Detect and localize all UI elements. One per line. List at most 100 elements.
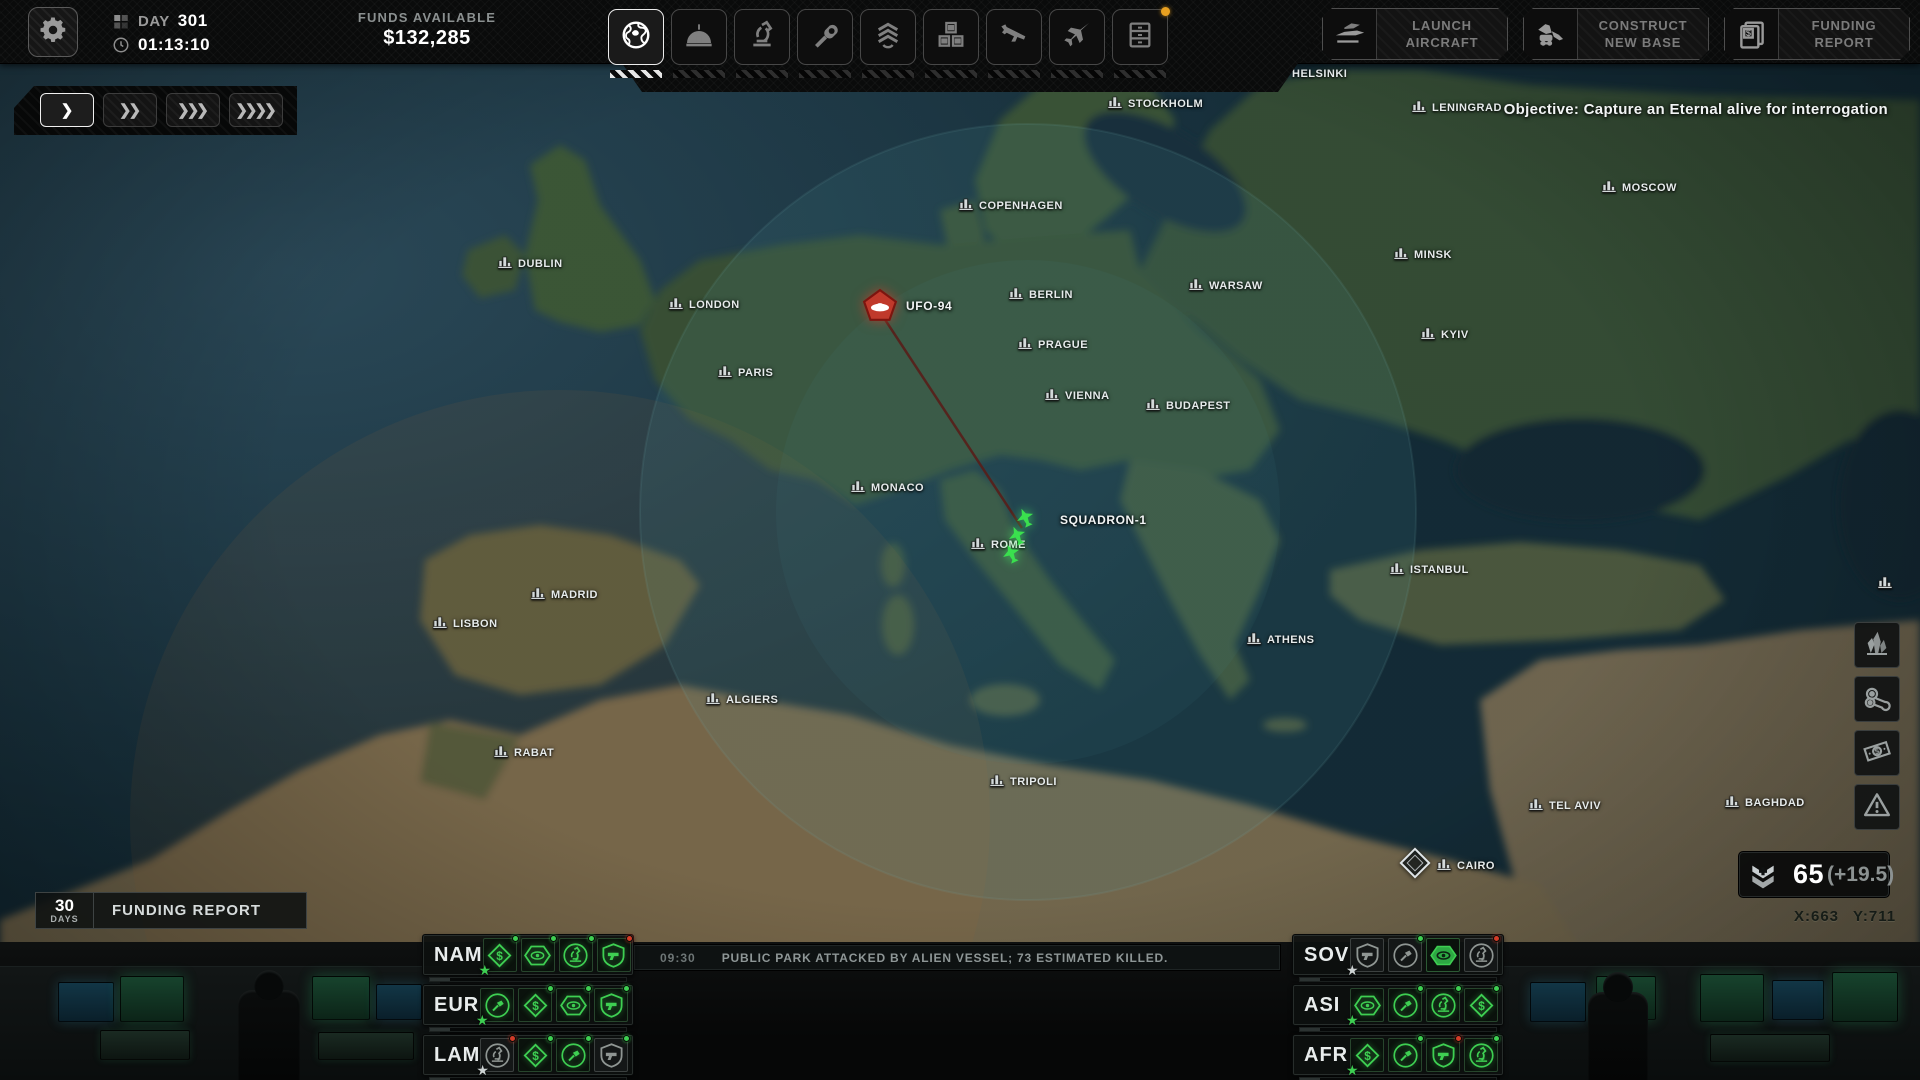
region-engineering-tile[interactable] (1388, 988, 1422, 1022)
city-dublin[interactable]: DUBLIN (498, 256, 563, 272)
nav-armory-button[interactable] (986, 9, 1042, 65)
region-panel-asi[interactable]: ASI★ $ (1292, 984, 1504, 1026)
region-intel-tile[interactable] (1426, 938, 1460, 972)
city-rabat[interactable]: RABAT (494, 745, 554, 761)
city-warsaw[interactable]: WARSAW (1189, 278, 1263, 294)
funding-days-label: DAYS (50, 915, 78, 924)
region-science-tile[interactable] (1426, 988, 1460, 1022)
region-science-tile[interactable] (1464, 1038, 1498, 1072)
nav-archive-button[interactable] (1112, 9, 1168, 65)
region-engineering-tile[interactable] (1388, 1038, 1422, 1072)
region-money-tile[interactable]: $★ (483, 938, 517, 972)
region-code: ASI (1298, 994, 1350, 1017)
nav-geoscape-button[interactable] (608, 9, 664, 65)
region-science-tile[interactable] (559, 938, 593, 972)
funding-report-button-bottom[interactable]: 30 DAYS FUNDING REPORT (35, 892, 307, 929)
region-panel-eur[interactable]: EUR★$ (422, 984, 634, 1026)
city-tripoli[interactable]: TRIPOLI (990, 774, 1057, 790)
launch-aircraft-label-2: AIRCRAFT (1406, 34, 1479, 51)
city-copenhagen[interactable]: COPENHAGEN (959, 198, 1063, 214)
nav-aircraft-button[interactable] (1049, 9, 1105, 65)
region-code: EUR (428, 994, 480, 1017)
city-stockholm[interactable]: STOCKHOLM (1108, 96, 1203, 112)
region-engineering-tile[interactable]: ★ (480, 988, 514, 1022)
nav-stores-button[interactable] (923, 9, 979, 65)
region-engineering-tile[interactable] (556, 1038, 590, 1072)
ufo-marker[interactable]: UFO-94 (862, 288, 952, 324)
region-military-tile[interactable] (594, 1038, 628, 1072)
city-icon (1390, 562, 1405, 578)
region-military-tile[interactable] (597, 938, 631, 972)
region-panel-sov[interactable]: SOV★ (1292, 934, 1504, 976)
time-speed-3-button[interactable]: ❯❯❯ (166, 93, 220, 127)
time-speed-2-button[interactable]: ❯❯ (103, 93, 157, 127)
nav-base-button[interactable] (671, 9, 727, 65)
alert-button[interactable] (1854, 784, 1900, 830)
region-money-tile[interactable]: $ (1464, 988, 1498, 1022)
ufo-label: UFO-94 (906, 299, 952, 313)
status-dot-green (623, 1035, 630, 1042)
archive-icon (1124, 19, 1156, 56)
city-athens[interactable]: ATHENS (1247, 632, 1314, 648)
region-intel-tile[interactable] (521, 938, 555, 972)
region-military-tile[interactable] (1426, 1038, 1460, 1072)
alloys-button[interactable] (1854, 676, 1900, 722)
nav-stripe (673, 70, 725, 78)
region-panel-afr[interactable]: AFR$★ (1292, 1034, 1504, 1076)
city-label: STOCKHOLM (1128, 98, 1203, 110)
time-speed-4-button[interactable]: ❯❯❯❯ (229, 93, 283, 127)
city-baghdad[interactable]: BAGHDAD (1725, 795, 1805, 811)
region-panel-lam[interactable]: LAM★$ (422, 1034, 634, 1076)
region-intel-tile[interactable]: ★ (1350, 988, 1384, 1022)
nav-research-button[interactable] (734, 9, 790, 65)
region-military-tile[interactable]: ★ (1350, 938, 1384, 972)
region-money-tile[interactable]: $★ (1350, 1038, 1384, 1072)
player-base-marker[interactable] (1398, 846, 1432, 880)
city-unnamed[interactable] (1878, 576, 1898, 592)
nav-engineering-button[interactable] (797, 9, 853, 65)
nav-personnel-button[interactable] (860, 9, 916, 65)
city-vienna[interactable]: VIENNA (1045, 388, 1110, 404)
status-dot-green (1417, 935, 1424, 942)
city-lisbon[interactable]: LISBON (433, 616, 498, 632)
city-monaco[interactable]: MONACO (851, 480, 924, 496)
city-istanbul[interactable]: ISTANBUL (1390, 562, 1469, 578)
city-algiers[interactable]: ALGIERS (706, 692, 778, 708)
city-label: LENINGRAD (1432, 102, 1502, 114)
settings-button[interactable] (28, 7, 78, 57)
city-madrid[interactable]: MADRID (531, 587, 598, 603)
city-label: DUBLIN (518, 258, 563, 270)
city-minsk[interactable]: MINSK (1394, 247, 1452, 263)
city-budapest[interactable]: BUDAPEST (1146, 398, 1231, 414)
region-panel-nam[interactable]: NAM$★ (422, 934, 634, 976)
crystals-button[interactable] (1854, 622, 1900, 668)
city-leningrad[interactable]: LENINGRAD (1412, 100, 1502, 116)
city-london[interactable]: LONDON (669, 297, 740, 313)
region-military-tile[interactable] (594, 988, 628, 1022)
city-label: MOSCOW (1622, 182, 1677, 194)
region-money-tile[interactable]: $ (518, 988, 552, 1022)
city-paris[interactable]: PARIS (718, 365, 773, 381)
squadron-marker[interactable]: SQUADRON-1 (1000, 505, 1147, 569)
city-kyiv[interactable]: KYIV (1421, 327, 1469, 343)
region-money-tile[interactable]: $ (518, 1038, 552, 1072)
funding-report-button-top[interactable]: $ FUNDING REPORT (1724, 8, 1910, 60)
city-icon (1146, 398, 1161, 414)
city-moscow[interactable]: MOSCOW (1602, 180, 1677, 196)
launch-aircraft-button[interactable]: LAUNCH AIRCRAFT (1322, 8, 1508, 60)
region-science-tile[interactable] (1464, 938, 1498, 972)
funding-days: 30 DAYS (36, 893, 94, 928)
city-icon (1018, 337, 1033, 353)
city-prague[interactable]: PRAGUE (1018, 337, 1088, 353)
clock-icon (112, 36, 130, 54)
cash-button[interactable]: $ (1854, 730, 1900, 776)
city-tel-aviv[interactable]: TEL AVIV (1529, 798, 1601, 814)
city-berlin[interactable]: BERLIN (1009, 287, 1073, 303)
construct-new-base-button[interactable]: CONSTRUCT NEW BASE (1523, 8, 1709, 60)
city-label: MONACO (871, 482, 924, 494)
region-science-tile[interactable]: ★ (480, 1038, 514, 1072)
region-engineering-tile[interactable] (1388, 938, 1422, 972)
time-speed-1-button[interactable]: ❯ (40, 93, 94, 127)
region-intel-tile[interactable] (556, 988, 590, 1022)
city-cairo[interactable]: CAIRO (1437, 858, 1495, 874)
